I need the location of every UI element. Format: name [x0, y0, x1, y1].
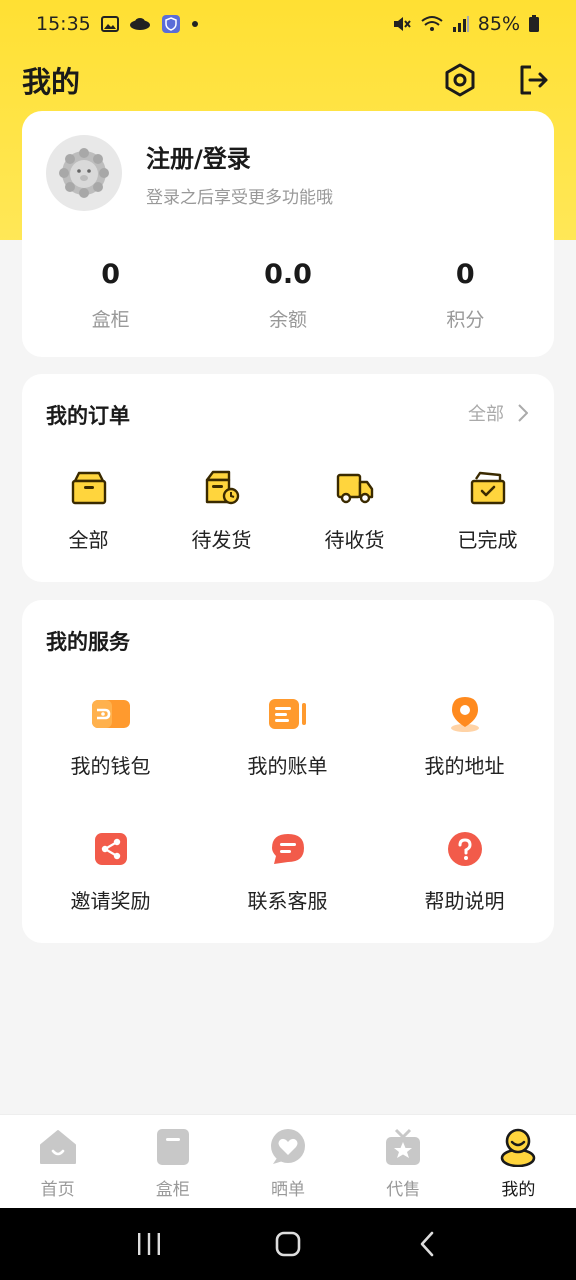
logout-icon — [520, 65, 548, 95]
services-title: 我的服务 — [46, 630, 130, 654]
stat-cabinet[interactable]: 0 盒柜 — [22, 259, 199, 332]
back-button[interactable] — [397, 1219, 457, 1269]
order-pending-receive[interactable]: 待收货 — [288, 468, 421, 553]
tab-mine[interactable]: 我的 — [461, 1115, 576, 1208]
gift-icon — [383, 1127, 423, 1167]
help-icon — [445, 829, 485, 869]
gallery-icon — [100, 16, 119, 32]
all-orders-link[interactable]: 全部 — [468, 400, 528, 426]
service-address[interactable]: 我的地址 — [376, 694, 553, 829]
wallet-icon — [91, 694, 131, 734]
cabinet-icon — [153, 1127, 193, 1167]
orders-card: 我的订单 全部 全部 待发货 待收货 已完成 — [22, 374, 554, 582]
services-card: 我的服务 我的钱包 我的账单 我的地址 邀请奖励 联系客服 帮助说明 — [22, 600, 554, 943]
order-label: 已完成 — [457, 528, 518, 552]
tab-showcase[interactable]: 晒单 — [230, 1115, 345, 1208]
tab-consign[interactable]: 代售 — [346, 1115, 461, 1208]
service-bill[interactable]: 我的账单 — [199, 694, 376, 829]
all-orders-label: 全部 — [468, 404, 504, 425]
order-label: 全部 — [68, 528, 109, 552]
mute-icon — [392, 15, 412, 33]
completed-icon — [468, 468, 508, 508]
stat-label: 盒柜 — [91, 309, 130, 331]
order-completed[interactable]: 已完成 — [421, 468, 554, 553]
avatar[interactable] — [46, 135, 122, 211]
settings-icon — [445, 63, 475, 97]
tab-label: 我的 — [501, 1180, 536, 1200]
page-title: 我的 — [22, 65, 81, 99]
stat-points[interactable]: 0 积分 — [377, 259, 554, 332]
location-icon — [445, 694, 485, 734]
stat-balance[interactable]: 0.0 余额 — [199, 259, 376, 332]
profile-card: 注册/登录 登录之后享受更多功能哦 0 盒柜 0.0 余额 0 积分 — [22, 111, 554, 357]
recent-apps-button[interactable] — [119, 1219, 179, 1269]
home-nav-icon — [275, 1231, 301, 1257]
home-button[interactable] — [258, 1219, 318, 1269]
lion-avatar-icon — [59, 148, 109, 198]
tab-label: 代售 — [386, 1180, 421, 1200]
pending-ship-icon — [202, 468, 242, 508]
box-icon — [69, 468, 109, 508]
service-label: 邀请奖励 — [70, 889, 151, 913]
status-time: 15:35 — [36, 13, 91, 35]
order-pending-ship[interactable]: 待发货 — [155, 468, 288, 553]
battery-percentage: 85% — [477, 13, 520, 35]
wifi-icon — [420, 15, 444, 33]
tab-home[interactable]: 首页 — [0, 1115, 115, 1208]
bill-icon — [268, 694, 308, 734]
service-label: 联系客服 — [247, 889, 328, 913]
dot-icon — [191, 20, 199, 28]
order-all[interactable]: 全部 — [22, 468, 155, 553]
signal-icon — [452, 15, 470, 33]
shield-icon — [161, 14, 181, 34]
chat-icon — [268, 829, 308, 869]
stat-value: 0.0 — [264, 259, 312, 290]
order-label: 待收货 — [324, 528, 385, 552]
service-label: 我的账单 — [247, 754, 328, 778]
tab-label: 首页 — [40, 1180, 75, 1200]
battery-icon — [528, 15, 540, 33]
tab-label: 盒柜 — [155, 1180, 190, 1200]
orders-title: 我的订单 — [46, 404, 130, 428]
service-support[interactable]: 联系客服 — [199, 829, 376, 964]
status-bar: 15:35 85% — [0, 0, 576, 48]
service-label: 帮助说明 — [424, 889, 505, 913]
heart-bubble-icon — [268, 1127, 308, 1167]
service-invite[interactable]: 邀请奖励 — [22, 829, 199, 964]
service-wallet[interactable]: 我的钱包 — [22, 694, 199, 829]
bottom-tab-bar: 首页 盒柜 晒单 代售 我的 — [0, 1114, 576, 1208]
stat-label: 积分 — [446, 309, 485, 331]
order-label: 待发货 — [191, 528, 252, 552]
service-label: 我的地址 — [424, 754, 505, 778]
logout-button[interactable] — [516, 62, 552, 98]
back-icon — [420, 1231, 433, 1257]
recent-apps-icon — [138, 1233, 161, 1255]
page-header: 我的 — [0, 52, 576, 108]
user-icon — [498, 1127, 538, 1167]
stat-value: 0 — [455, 259, 475, 290]
home-icon — [38, 1127, 78, 1167]
service-label: 我的钱包 — [70, 754, 151, 778]
system-nav-bar — [0, 1208, 576, 1280]
tab-cabinet[interactable]: 盒柜 — [115, 1115, 230, 1208]
login-subtitle: 登录之后享受更多功能哦 — [146, 188, 333, 208]
login-register-link[interactable]: 注册/登录 — [146, 139, 251, 174]
tab-label: 晒单 — [271, 1180, 305, 1200]
stat-value: 0 — [101, 259, 121, 290]
cloud-icon — [129, 17, 151, 31]
settings-button[interactable] — [442, 62, 478, 98]
chevron-right-icon — [518, 404, 528, 422]
truck-icon — [335, 468, 375, 508]
service-help[interactable]: 帮助说明 — [376, 829, 553, 964]
stats-row: 0 盒柜 0.0 余额 0 积分 — [22, 259, 554, 332]
stat-label: 余额 — [268, 309, 307, 331]
share-icon — [91, 829, 131, 869]
